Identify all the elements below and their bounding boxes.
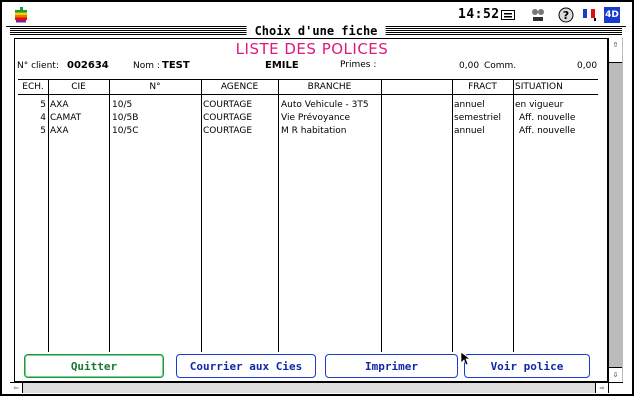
vertical-scrollbar[interactable]: ⇧ ⇩ <box>608 38 623 382</box>
row3-situation[interactable]: Aff. nouvelle <box>519 125 575 137</box>
comm-value: 0,00 <box>577 61 598 71</box>
view-policy-button[interactable]: Voir police <box>464 354 590 378</box>
horizontal-scrollbar[interactable]: ⇦ ⇨ <box>10 382 608 393</box>
menu-clock[interactable]: 14:52 <box>458 7 500 22</box>
column-divider <box>201 80 202 352</box>
row3-fract[interactable]: annuel <box>454 125 485 137</box>
row1-agence[interactable]: COURTAGE <box>203 99 252 111</box>
column-divider <box>278 80 279 352</box>
quit-button[interactable]: Quitter <box>24 354 164 378</box>
mouse-pointer-icon <box>461 352 471 366</box>
header-cie[interactable]: CIE <box>48 82 109 92</box>
primes-label: Primes : <box>340 60 377 70</box>
row3-cie[interactable]: AXA <box>50 125 68 137</box>
header-agence[interactable]: AGENCE <box>201 82 278 92</box>
row2-numero[interactable]: 10/5B <box>112 112 138 124</box>
scroll-right-arrow-icon[interactable]: ⇨ <box>595 383 608 393</box>
column-divider <box>452 80 453 352</box>
row3-ech[interactable]: 5 <box>18 125 46 137</box>
row2-fract[interactable]: semestriel <box>454 112 501 124</box>
client-number: 002634 <box>67 60 109 71</box>
apple-icon[interactable] <box>14 7 28 23</box>
row3-branche[interactable]: M R habitation <box>281 125 346 137</box>
flag-icon[interactable] <box>582 7 598 23</box>
header-fract[interactable]: FRACT <box>452 82 513 92</box>
row1-situation[interactable]: en vigueur <box>515 99 563 111</box>
header-separator <box>18 94 598 95</box>
row1-fract[interactable]: annuel <box>454 99 485 111</box>
header-situation[interactable]: SITUATION <box>515 82 598 92</box>
svg-text:?: ? <box>563 9 569 22</box>
client-info-row: N° client: 002634 Nom : TEST EMILE Prime… <box>17 60 607 74</box>
print-button[interactable]: Imprimer <box>325 354 458 378</box>
page-title: LISTE DES POLICES <box>235 40 389 58</box>
row1-branche[interactable]: Auto Vehicule - 3T5 <box>281 99 369 111</box>
column-divider <box>513 80 514 352</box>
row3-agence[interactable]: COURTAGE <box>203 125 252 137</box>
row1-numero[interactable]: 10/5 <box>112 99 132 111</box>
courrier-button[interactable]: Courrier aux Cies <box>176 354 316 378</box>
window-title: Choix d'une fiche <box>246 24 386 38</box>
nom-label: Nom : <box>133 61 160 71</box>
scroll-down-arrow-icon[interactable]: ⇩ <box>609 367 622 382</box>
client-label: N° client: <box>17 61 59 71</box>
comm-label: Comm. <box>484 61 517 71</box>
row2-ech[interactable]: 4 <box>18 112 46 124</box>
scroll-up-arrow-icon[interactable]: ⇧ <box>609 38 622 53</box>
scroll-thumb[interactable] <box>609 52 622 63</box>
row2-cie[interactable]: CAMAT <box>50 112 81 124</box>
header-branche[interactable]: BRANCHE <box>278 82 381 92</box>
4d-icon[interactable]: 4D <box>604 7 620 23</box>
policies-table[interactable]: ECH. CIE N° AGENCE BRANCHE FRACT SITUATI… <box>18 79 598 352</box>
column-divider <box>109 80 110 352</box>
help-icon[interactable]: ? <box>558 7 574 23</box>
row2-branche[interactable]: Vie Prévoyance <box>281 112 350 124</box>
nom-value: TEST <box>162 60 190 71</box>
content-area: LISTE DES POLICES N° client: 002634 Nom … <box>14 38 608 382</box>
network-icon[interactable] <box>530 7 546 23</box>
row1-ech[interactable]: 5 <box>18 99 46 111</box>
resize-handle[interactable] <box>608 382 623 393</box>
column-divider <box>48 80 49 352</box>
primes-value: 0,00 <box>459 61 480 71</box>
row3-numero[interactable]: 10/5C <box>112 125 139 137</box>
row2-situation[interactable]: Aff. nouvelle <box>519 112 575 124</box>
header-numero[interactable]: N° <box>109 82 201 92</box>
row1-cie[interactable]: AXA <box>50 99 68 111</box>
row2-agence[interactable]: COURTAGE <box>203 112 252 124</box>
column-divider <box>381 80 382 352</box>
keyboard-icon[interactable] <box>500 7 516 23</box>
prenom-value: EMILE <box>265 60 299 71</box>
window-title-bar[interactable]: Choix d'une fiche <box>10 24 622 38</box>
header-ech[interactable]: ECH. <box>18 82 48 92</box>
scroll-left-arrow-icon[interactable]: ⇦ <box>10 383 23 393</box>
